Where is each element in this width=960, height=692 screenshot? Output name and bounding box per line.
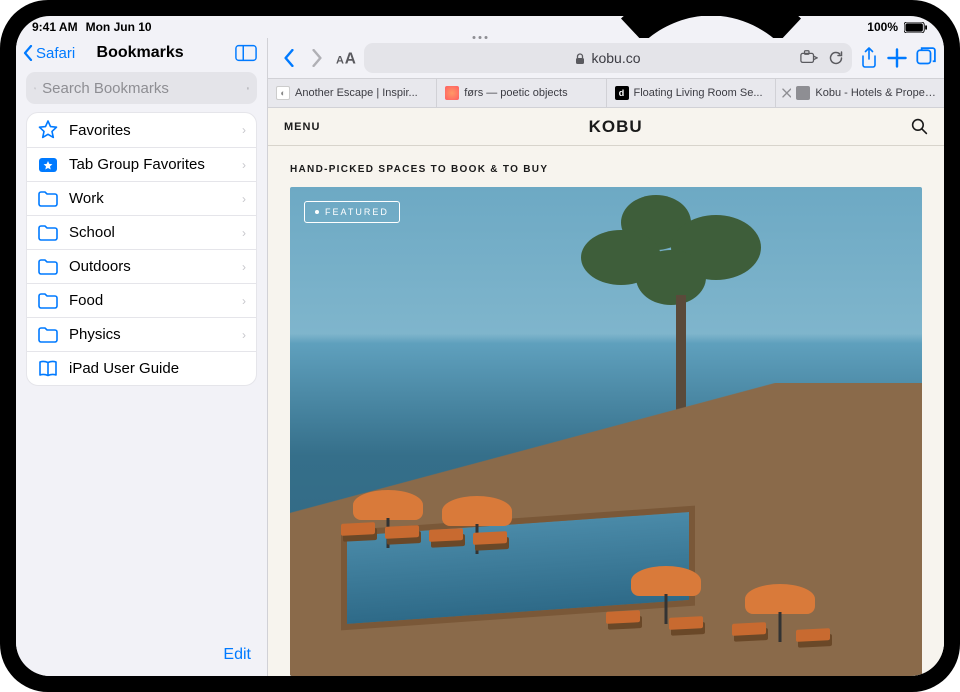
deck-graphic [290, 383, 922, 676]
favicon-icon [445, 86, 459, 100]
svg-text:A: A [345, 51, 356, 68]
chevron-right-icon: › [242, 226, 246, 240]
content-area: AA kobu.co [268, 38, 944, 676]
bookmark-label: Tab Group Favorites [69, 156, 232, 173]
chevron-right-icon: › [242, 328, 246, 342]
battery-percent: 100% [867, 20, 898, 34]
folder-icon [37, 222, 59, 244]
tab-label: Another Escape | Inspir... [295, 87, 418, 99]
site-logo[interactable]: KOBU [589, 117, 643, 137]
bookmark-label: iPad User Guide [69, 360, 246, 377]
chevron-right-icon: › [242, 294, 246, 308]
battery-icon [904, 22, 928, 33]
bookmark-folder-school[interactable]: School › [27, 215, 256, 249]
tab-kobu[interactable]: Kobu - Hotels & Propert... [776, 79, 944, 107]
dictation-icon[interactable] [247, 80, 249, 97]
bookmark-tab-group-favorites[interactable]: Tab Group Favorites › [27, 147, 256, 181]
webpage-content: MENU KOBU HAND-PICKED SPACES TO BOOK & T… [268, 108, 944, 676]
bookmarks-sidebar: Safari Bookmarks [16, 38, 268, 676]
bookmark-label: Food [69, 292, 232, 309]
nav-forward-button[interactable] [310, 49, 324, 67]
multitask-handle[interactable] [473, 36, 488, 39]
bookmark-label: Outdoors [69, 258, 232, 275]
extensions-icon[interactable] [800, 50, 818, 64]
sidebar-title: Bookmarks [45, 44, 235, 62]
bookmark-folder-physics[interactable]: Physics › [27, 317, 256, 351]
bookmark-favorites[interactable]: Favorites › [27, 113, 256, 147]
share-icon[interactable] [858, 47, 880, 69]
search-bookmarks-field[interactable] [26, 72, 257, 104]
sidebar-toggle-icon[interactable] [235, 44, 257, 62]
bookmark-label: School [69, 224, 232, 241]
svg-text:A: A [336, 55, 344, 67]
bookmarks-list: Favorites › Tab Group Favorites › Work › [26, 112, 257, 386]
bookmark-ipad-user-guide[interactable]: iPad User Guide [27, 351, 256, 385]
tab-label: Floating Living Room Se... [634, 87, 763, 99]
favicon-icon [796, 86, 810, 100]
book-icon [37, 358, 59, 380]
new-tab-icon[interactable] [886, 47, 908, 69]
search-input[interactable] [42, 80, 241, 97]
tab-strip: ◐ Another Escape | Inspir... førs — poet… [268, 78, 944, 108]
favicon-icon: ◐ [276, 86, 290, 100]
hero-image[interactable]: FEATURED [290, 187, 922, 676]
tab-floating-living-room[interactable]: d Floating Living Room Se... [607, 79, 776, 107]
reload-icon[interactable] [828, 50, 844, 66]
bookmark-label: Work [69, 190, 232, 207]
browser-toolbar: AA kobu.co [268, 38, 944, 78]
site-search-icon[interactable] [911, 118, 928, 135]
site-menu-button[interactable]: MENU [284, 121, 320, 133]
close-tab-icon[interactable] [782, 88, 792, 98]
tabs-overview-icon[interactable] [914, 47, 936, 69]
folder-icon [37, 256, 59, 278]
featured-label: FEATURED [325, 207, 389, 217]
search-icon [34, 81, 36, 96]
site-header: MENU KOBU [268, 108, 944, 146]
tab-another-escape[interactable]: ◐ Another Escape | Inspir... [268, 79, 437, 107]
chevron-left-icon [22, 45, 34, 61]
page-settings-icon[interactable]: AA [336, 47, 358, 69]
lock-icon [575, 52, 585, 64]
bookmark-folder-outdoors[interactable]: Outdoors › [27, 249, 256, 283]
chevron-right-icon: › [242, 158, 246, 172]
featured-badge: FEATURED [304, 201, 400, 223]
bookmark-label: Physics [69, 326, 232, 343]
tab-fors[interactable]: førs — poetic objects [437, 79, 606, 107]
tab-star-icon [37, 154, 59, 176]
address-bar[interactable]: kobu.co [364, 43, 852, 73]
bookmark-label: Favorites [69, 122, 232, 139]
folder-icon [37, 188, 59, 210]
status-bar: 9:41 AM Mon Jun 10 100% [16, 16, 944, 38]
status-date: Mon Jun 10 [86, 20, 152, 34]
tab-label: Kobu - Hotels & Propert... [815, 87, 936, 99]
star-icon [37, 119, 59, 141]
folder-icon [37, 324, 59, 346]
favicon-icon: d [615, 86, 629, 100]
page-tagline: HAND-PICKED SPACES TO BOOK & TO BUY [268, 146, 944, 187]
address-text: kobu.co [591, 50, 640, 66]
ipad-frame: 9:41 AM Mon Jun 10 100% Safari [0, 0, 960, 692]
nav-back-button[interactable] [282, 49, 296, 67]
folder-icon [37, 290, 59, 312]
status-time: 9:41 AM [32, 20, 78, 34]
tab-label: førs — poetic objects [464, 87, 567, 99]
bookmark-folder-food[interactable]: Food › [27, 283, 256, 317]
chevron-right-icon: › [242, 123, 246, 137]
edit-button[interactable]: Edit [16, 636, 267, 676]
chevron-right-icon: › [242, 260, 246, 274]
chevron-right-icon: › [242, 192, 246, 206]
bookmark-folder-work[interactable]: Work › [27, 181, 256, 215]
screen: 9:41 AM Mon Jun 10 100% Safari [16, 16, 944, 676]
